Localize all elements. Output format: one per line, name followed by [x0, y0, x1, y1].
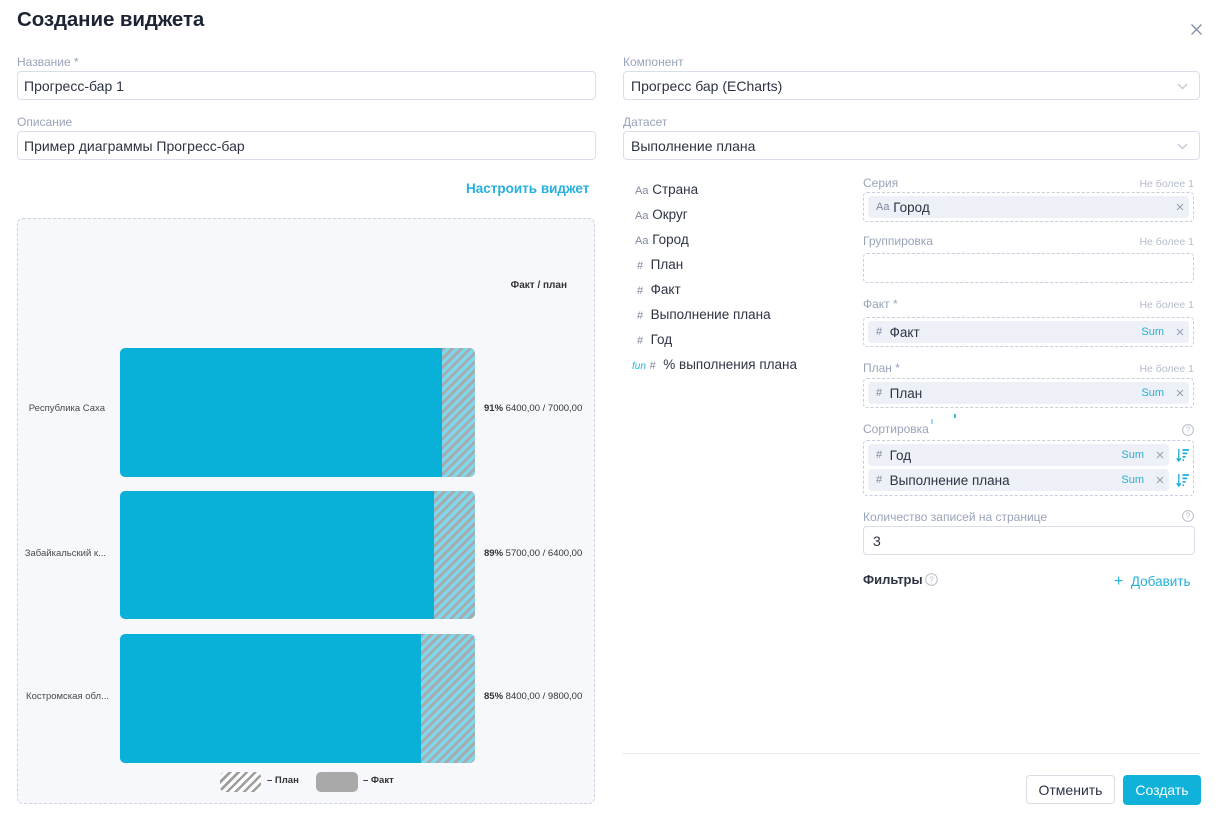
svg-text:?: ?	[929, 574, 934, 584]
svg-text:?: ?	[1186, 426, 1191, 435]
svg-text:?: ?	[1186, 512, 1191, 521]
